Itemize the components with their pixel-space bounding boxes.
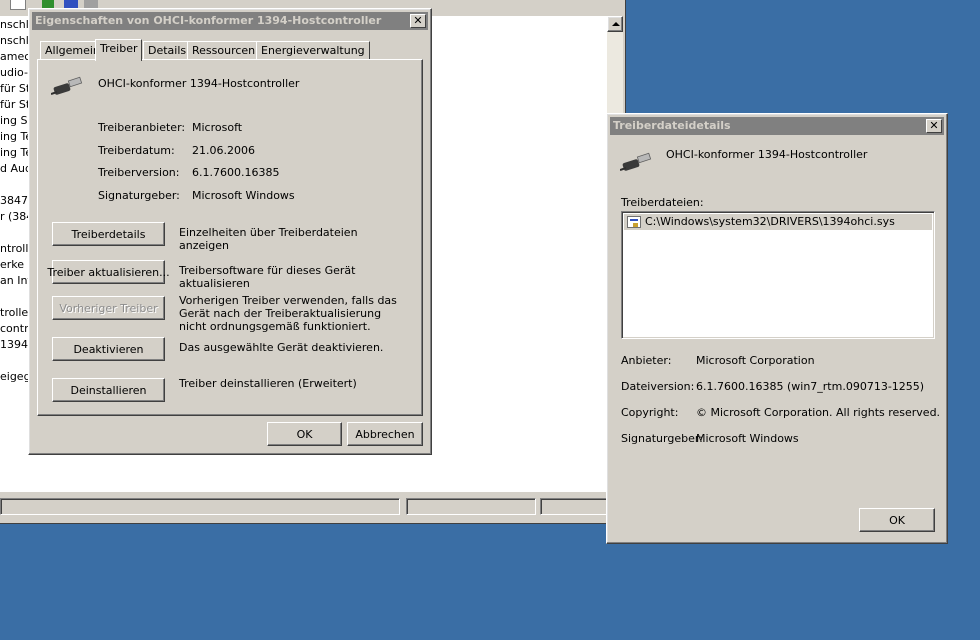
driver-info-label: Treiberdatum: bbox=[98, 143, 175, 157]
status-pane-1 bbox=[0, 498, 400, 515]
file-info-label: Anbieter: bbox=[621, 354, 672, 367]
driver-info-label: Treiberversion: bbox=[98, 166, 180, 179]
properties-title: Eigenschaften von OHCI-konformer 1394-Ho… bbox=[35, 14, 382, 27]
device-name: OHCI-konformer 1394-Hostcontroller bbox=[98, 77, 300, 90]
usb-connector-icon bbox=[620, 152, 652, 171]
toolbar-scan-icon[interactable] bbox=[10, 0, 26, 10]
driver-file-row[interactable]: C:\Windows\system32\DRIVERS\1394ohci.sys bbox=[624, 214, 932, 230]
details-ok-button[interactable]: OK bbox=[859, 508, 935, 532]
action-description: Treiber deinstallieren (Erweitert) bbox=[179, 377, 357, 390]
driver-info-label: Treiberanbieter: bbox=[98, 121, 186, 134]
driver-files-list[interactable]: C:\Windows\system32\DRIVERS\1394ohci.sys bbox=[621, 211, 935, 339]
driver-info-value: 21.06.2006 bbox=[192, 143, 255, 157]
driver-files-label: Treiberdateien: bbox=[621, 196, 704, 209]
file-info-label: Signaturgeber: bbox=[621, 432, 703, 445]
driver-info-value: Microsoft bbox=[192, 121, 243, 134]
driver-file-icon bbox=[627, 216, 641, 228]
tab-panel: OHCI-konformer 1394-Hostcontroller Treib… bbox=[37, 59, 423, 416]
tab-ressourcen[interactable]: Ressourcen bbox=[187, 41, 261, 60]
update-driver-button[interactable]: Treiber aktualisieren... bbox=[47, 260, 170, 284]
tab-energieverwaltung[interactable]: Energieverwaltung bbox=[256, 41, 370, 60]
file-info-value: Microsoft Corporation bbox=[696, 354, 815, 367]
disable-button[interactable]: Deaktivieren bbox=[52, 337, 165, 361]
driver-file-details-dialog: Treiberdateidetails ✕ OHCI-konformer 139… bbox=[606, 113, 948, 544]
properties-titlebar[interactable]: Eigenschaften von OHCI-konformer 1394-Ho… bbox=[32, 12, 428, 30]
close-icon[interactable]: ✕ bbox=[926, 119, 942, 133]
driver-info-value: Microsoft Windows bbox=[192, 188, 295, 202]
usb-connector-icon bbox=[51, 76, 83, 95]
driver-details-button[interactable]: Treiberdetails bbox=[52, 222, 165, 246]
device-tree-item[interactable]: erke bbox=[0, 258, 24, 271]
action-description: Treibersoftware für dieses Gerät aktuali… bbox=[179, 264, 356, 290]
properties-dialog: Eigenschaften von OHCI-konformer 1394-Ho… bbox=[28, 8, 432, 455]
file-info-value: 6.1.7600.16385 (win7_rtm.090713-1255) bbox=[696, 380, 925, 393]
tab-strip: Allgemein Treiber Details Ressourcen Ene… bbox=[37, 39, 427, 61]
tab-details[interactable]: Details bbox=[143, 41, 192, 60]
file-info-label: Dateiversion: bbox=[621, 380, 695, 393]
close-icon[interactable]: ✕ bbox=[410, 14, 426, 28]
driver-info-label: Signaturgeber: bbox=[98, 188, 180, 202]
ok-button[interactable]: OK bbox=[267, 422, 342, 446]
scroll-up-button[interactable] bbox=[607, 16, 623, 32]
scroll-up-arrow-icon bbox=[612, 22, 620, 26]
action-description: Vorherigen Treiber verwenden, falls das … bbox=[179, 294, 397, 333]
driver-file-path: C:\Windows\system32\DRIVERS\1394ohci.sys bbox=[645, 215, 895, 228]
action-description: Einzelheiten über Treiberdateien anzeige… bbox=[179, 226, 358, 252]
details-device-name: OHCI-konformer 1394-Hostcontroller bbox=[666, 148, 868, 161]
details-titlebar[interactable]: Treiberdateidetails ✕ bbox=[610, 117, 944, 135]
cancel-button[interactable]: Abbrechen bbox=[347, 422, 423, 446]
device-tree-item[interactable]: an Int bbox=[0, 274, 32, 287]
file-info-label: Copyright: bbox=[621, 406, 679, 419]
status-bar bbox=[0, 496, 625, 518]
file-info-value: © Microsoft Corporation. All rights rese… bbox=[696, 406, 941, 419]
action-description: Das ausgewählte Gerät deaktivieren. bbox=[179, 341, 384, 354]
driver-info-value: 6.1.7600.16385 bbox=[192, 166, 280, 179]
details-title: Treiberdateidetails bbox=[613, 119, 731, 132]
file-info-value: Microsoft Windows bbox=[696, 432, 799, 445]
status-pane-2 bbox=[406, 498, 536, 515]
tab-treiber[interactable]: Treiber bbox=[95, 39, 143, 61]
roll-back-driver-button[interactable]: Vorheriger Treiber bbox=[52, 296, 165, 320]
uninstall-button[interactable]: Deinstallieren bbox=[52, 378, 165, 402]
